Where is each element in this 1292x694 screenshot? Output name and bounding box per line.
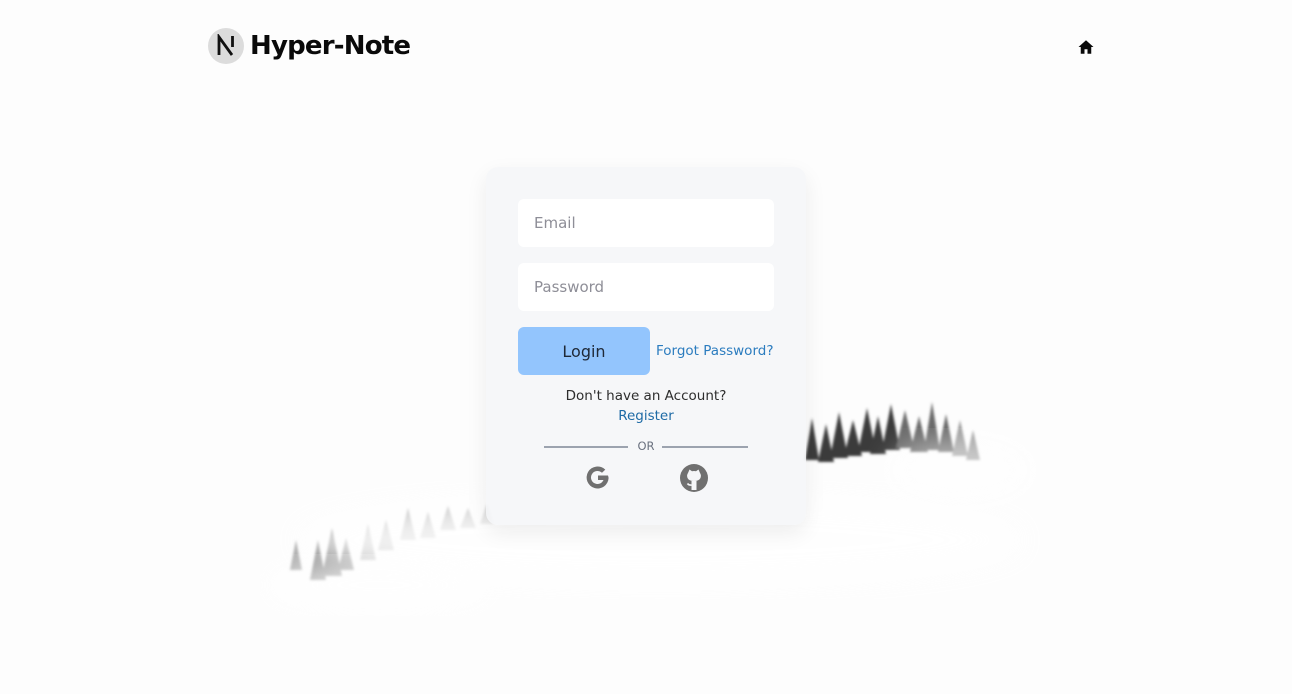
brand[interactable]: Hyper-Note [208,28,411,64]
hyper-note-logo-icon [208,28,244,64]
no-account-text: Don't have an Account? [565,388,727,404]
register-link[interactable]: Register [486,408,806,424]
github-icon[interactable] [678,462,710,494]
forgot-password-link[interactable]: Forgot Password? [656,343,774,359]
home-icon[interactable] [1077,38,1095,56]
password-field[interactable] [518,263,774,311]
login-button[interactable]: Login [518,327,650,375]
email-field[interactable] [518,199,774,247]
login-card: Login Forgot Password? Don't have an Acc… [486,167,806,525]
brand-name: Hyper-Note [250,31,411,61]
google-icon[interactable] [582,462,614,494]
or-separator: OR [637,439,655,453]
header: Hyper-Note [0,0,1292,92]
